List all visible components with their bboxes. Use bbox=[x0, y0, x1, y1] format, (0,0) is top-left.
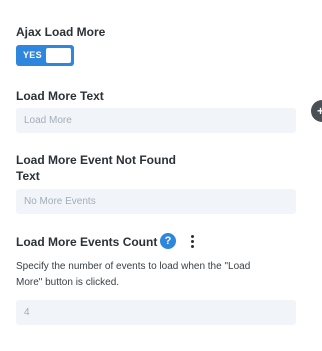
help-icon[interactable]: ? bbox=[160, 233, 176, 249]
help-glyph: ? bbox=[164, 235, 172, 247]
events-count-label: Load More Events Count bbox=[16, 235, 158, 249]
toggle-knob bbox=[46, 48, 71, 63]
events-count-description-line2: More" button is clicked. bbox=[16, 277, 120, 288]
side-add-glyph: + bbox=[317, 104, 322, 118]
toggle-yes-text: YES bbox=[23, 50, 42, 60]
more-options-icon[interactable] bbox=[187, 233, 197, 249]
settings-panel: Ajax Load More YES Load More Text Load M… bbox=[0, 0, 322, 351]
not-found-text-input[interactable]: No More Events bbox=[16, 189, 296, 214]
events-count-description: Specify the number of events to load whe… bbox=[16, 259, 306, 291]
side-add-icon[interactable]: + bbox=[311, 100, 322, 122]
ajax-load-more-label: Ajax Load More bbox=[16, 25, 106, 39]
not-found-text-placeholder: No More Events bbox=[24, 196, 96, 207]
events-count-description-line1: Specify the number of events to load whe… bbox=[16, 261, 251, 272]
events-count-input[interactable]: 4 bbox=[16, 300, 296, 325]
not-found-text-label-line1: Load More Event Not Found bbox=[16, 153, 176, 167]
load-more-text-input[interactable]: Load More bbox=[16, 108, 296, 133]
kebab-dot bbox=[191, 240, 194, 243]
load-more-text-label: Load More Text bbox=[16, 89, 104, 103]
kebab-dot bbox=[191, 245, 194, 248]
load-more-text-placeholder: Load More bbox=[24, 115, 72, 126]
ajax-load-more-toggle[interactable]: YES bbox=[16, 45, 74, 66]
events-count-value: 4 bbox=[24, 307, 30, 318]
not-found-text-label-line2: Text bbox=[16, 169, 40, 183]
kebab-dot bbox=[191, 235, 194, 238]
